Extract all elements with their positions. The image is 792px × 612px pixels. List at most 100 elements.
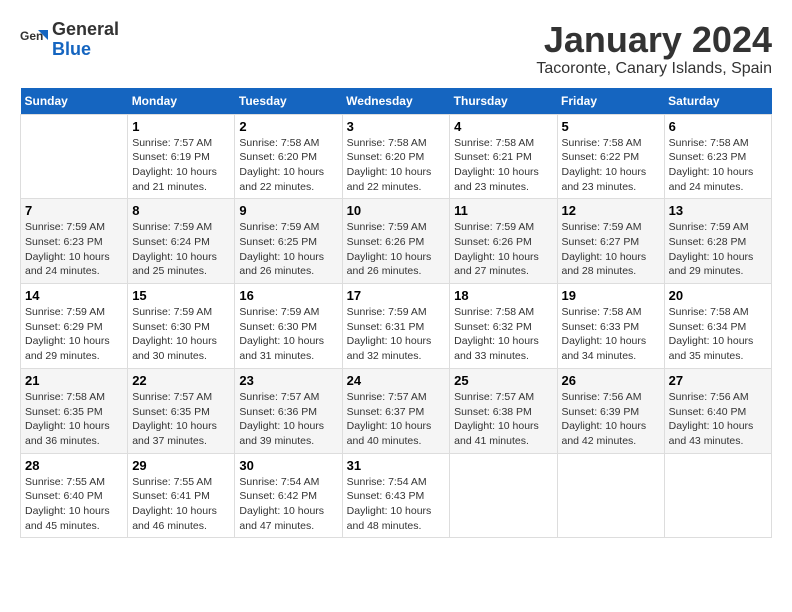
location-title: Tacoronte, Canary Islands, Spain	[536, 60, 772, 78]
day-info: Sunrise: 7:59 AM Sunset: 6:30 PM Dayligh…	[239, 305, 337, 364]
calendar-cell: 23 Sunrise: 7:57 AM Sunset: 6:36 PM Dayli…	[235, 368, 342, 453]
day-number: 3	[347, 119, 446, 134]
calendar-cell	[557, 453, 664, 538]
day-number: 20	[669, 288, 767, 303]
calendar-cell: 7 Sunrise: 7:59 AM Sunset: 6:23 PM Daylig…	[21, 199, 128, 284]
day-info: Sunrise: 7:59 AM Sunset: 6:24 PM Dayligh…	[132, 220, 230, 279]
day-number: 6	[669, 119, 767, 134]
day-number: 29	[132, 458, 230, 473]
day-info: Sunrise: 7:58 AM Sunset: 6:33 PM Dayligh…	[562, 305, 660, 364]
logo-icon: Gen	[20, 26, 48, 54]
calendar-cell: 21Sunrise: 7:58 AM Sunset: 6:35 PM Dayli…	[21, 368, 128, 453]
day-number: 11	[454, 203, 552, 218]
calendar-cell: 26Sunrise: 7:56 AM Sunset: 6:39 PM Dayli…	[557, 368, 664, 453]
day-info: Sunrise: 7:59 AM Sunset: 6:26 PM Dayligh…	[454, 220, 552, 279]
day-info: Sunrise: 7:58 AM Sunset: 6:22 PM Dayligh…	[562, 136, 660, 195]
calendar-cell: 3 Sunrise: 7:58 AM Sunset: 6:20 PM Daylig…	[342, 114, 450, 199]
day-number: 5	[562, 119, 660, 134]
day-number: 19	[562, 288, 660, 303]
week-row-2: 7 Sunrise: 7:59 AM Sunset: 6:23 PM Daylig…	[21, 199, 772, 284]
calendar-table: SundayMondayTuesdayWednesdayThursdayFrid…	[20, 88, 772, 539]
calendar-cell: 6 Sunrise: 7:58 AM Sunset: 6:23 PM Daylig…	[664, 114, 771, 199]
day-info: Sunrise: 7:59 AM Sunset: 6:26 PM Dayligh…	[347, 220, 446, 279]
calendar-cell: 18 Sunrise: 7:58 AM Sunset: 6:32 PM Dayli…	[450, 284, 557, 369]
day-number: 17	[347, 288, 446, 303]
day-info: Sunrise: 7:57 AM Sunset: 6:36 PM Dayligh…	[239, 390, 337, 449]
day-number: 13	[669, 203, 767, 218]
day-info: Sunrise: 7:58 AM Sunset: 6:20 PM Dayligh…	[239, 136, 337, 195]
day-number: 8	[132, 203, 230, 218]
header-day-thursday: Thursday	[450, 88, 557, 115]
calendar-cell: 29 Sunrise: 7:55 AM Sunset: 6:41 PM Dayli…	[128, 453, 235, 538]
day-info: Sunrise: 7:59 AM Sunset: 6:25 PM Dayligh…	[239, 220, 337, 279]
header-day-monday: Monday	[128, 88, 235, 115]
day-info: Sunrise: 7:58 AM Sunset: 6:32 PM Dayligh…	[454, 305, 552, 364]
day-number: 12	[562, 203, 660, 218]
calendar-cell: 9 Sunrise: 7:59 AM Sunset: 6:25 PM Daylig…	[235, 199, 342, 284]
day-info: Sunrise: 7:59 AM Sunset: 6:28 PM Dayligh…	[669, 220, 767, 279]
day-number: 27	[669, 373, 767, 388]
header-day-sunday: Sunday	[21, 88, 128, 115]
logo: Gen General Blue	[20, 20, 119, 60]
calendar-cell: 28 Sunrise: 7:55 AM Sunset: 6:40 PM Dayli…	[21, 453, 128, 538]
day-info: Sunrise: 7:59 AM Sunset: 6:27 PM Dayligh…	[562, 220, 660, 279]
calendar-cell: 27Sunrise: 7:56 AM Sunset: 6:40 PM Dayli…	[664, 368, 771, 453]
day-info: Sunrise: 7:59 AM Sunset: 6:31 PM Dayligh…	[347, 305, 446, 364]
calendar-cell: 31 Sunrise: 7:54 AM Sunset: 6:43 PM Dayli…	[342, 453, 450, 538]
calendar-cell: 25 Sunrise: 7:57 AM Sunset: 6:38 PM Dayli…	[450, 368, 557, 453]
calendar-cell: 20 Sunrise: 7:58 AM Sunset: 6:34 PM Dayli…	[664, 284, 771, 369]
logo-blue: Blue	[52, 39, 91, 59]
day-number: 15	[132, 288, 230, 303]
calendar-cell: 8 Sunrise: 7:59 AM Sunset: 6:24 PM Daylig…	[128, 199, 235, 284]
calendar-cell: 5 Sunrise: 7:58 AM Sunset: 6:22 PM Daylig…	[557, 114, 664, 199]
calendar-cell: 15 Sunrise: 7:59 AM Sunset: 6:30 PM Dayli…	[128, 284, 235, 369]
day-number: 18	[454, 288, 552, 303]
header-day-wednesday: Wednesday	[342, 88, 450, 115]
day-info: Sunrise: 7:57 AM Sunset: 6:35 PM Dayligh…	[132, 390, 230, 449]
title-area: January 2024 Tacoronte, Canary Islands, …	[536, 20, 772, 78]
day-number: 1	[132, 119, 230, 134]
day-info: Sunrise: 7:59 AM Sunset: 6:30 PM Dayligh…	[132, 305, 230, 364]
calendar-cell: 19 Sunrise: 7:58 AM Sunset: 6:33 PM Dayli…	[557, 284, 664, 369]
day-info: Sunrise: 7:57 AM Sunset: 6:37 PM Dayligh…	[347, 390, 446, 449]
day-number: 24	[347, 373, 446, 388]
day-number: 26	[562, 373, 660, 388]
calendar-cell: 1Sunrise: 7:57 AM Sunset: 6:19 PM Daylig…	[128, 114, 235, 199]
week-row-5: 28 Sunrise: 7:55 AM Sunset: 6:40 PM Dayli…	[21, 453, 772, 538]
calendar-cell: 16 Sunrise: 7:59 AM Sunset: 6:30 PM Dayli…	[235, 284, 342, 369]
day-number: 16	[239, 288, 337, 303]
day-number: 31	[347, 458, 446, 473]
calendar-cell	[450, 453, 557, 538]
calendar-cell: 12 Sunrise: 7:59 AM Sunset: 6:27 PM Dayli…	[557, 199, 664, 284]
calendar-cell: 11 Sunrise: 7:59 AM Sunset: 6:26 PM Dayli…	[450, 199, 557, 284]
day-number: 23	[239, 373, 337, 388]
day-info: Sunrise: 7:58 AM Sunset: 6:34 PM Dayligh…	[669, 305, 767, 364]
day-number: 9	[239, 203, 337, 218]
calendar-cell: 24 Sunrise: 7:57 AM Sunset: 6:37 PM Dayli…	[342, 368, 450, 453]
day-info: Sunrise: 7:54 AM Sunset: 6:43 PM Dayligh…	[347, 475, 446, 534]
week-row-3: 14 Sunrise: 7:59 AM Sunset: 6:29 PM Dayli…	[21, 284, 772, 369]
calendar-cell: 2Sunrise: 7:58 AM Sunset: 6:20 PM Daylig…	[235, 114, 342, 199]
header-day-friday: Friday	[557, 88, 664, 115]
day-info: Sunrise: 7:59 AM Sunset: 6:29 PM Dayligh…	[25, 305, 123, 364]
day-number: 4	[454, 119, 552, 134]
day-number: 14	[25, 288, 123, 303]
day-info: Sunrise: 7:58 AM Sunset: 6:23 PM Dayligh…	[669, 136, 767, 195]
day-info: Sunrise: 7:57 AM Sunset: 6:38 PM Dayligh…	[454, 390, 552, 449]
month-title: January 2024	[536, 20, 772, 60]
day-number: 28	[25, 458, 123, 473]
day-number: 25	[454, 373, 552, 388]
header: Gen General Blue January 2024 Tacoronte,…	[20, 20, 772, 78]
day-info: Sunrise: 7:55 AM Sunset: 6:40 PM Dayligh…	[25, 475, 123, 534]
day-info: Sunrise: 7:55 AM Sunset: 6:41 PM Dayligh…	[132, 475, 230, 534]
calendar-cell: 4 Sunrise: 7:58 AM Sunset: 6:21 PM Daylig…	[450, 114, 557, 199]
calendar-cell: 17 Sunrise: 7:59 AM Sunset: 6:31 PM Dayli…	[342, 284, 450, 369]
day-info: Sunrise: 7:59 AM Sunset: 6:23 PM Dayligh…	[25, 220, 123, 279]
day-number: 7	[25, 203, 123, 218]
day-number: 30	[239, 458, 337, 473]
day-info: Sunrise: 7:58 AM Sunset: 6:21 PM Dayligh…	[454, 136, 552, 195]
day-number: 10	[347, 203, 446, 218]
week-row-1: 1Sunrise: 7:57 AM Sunset: 6:19 PM Daylig…	[21, 114, 772, 199]
day-info: Sunrise: 7:58 AM Sunset: 6:20 PM Dayligh…	[347, 136, 446, 195]
day-number: 21	[25, 373, 123, 388]
